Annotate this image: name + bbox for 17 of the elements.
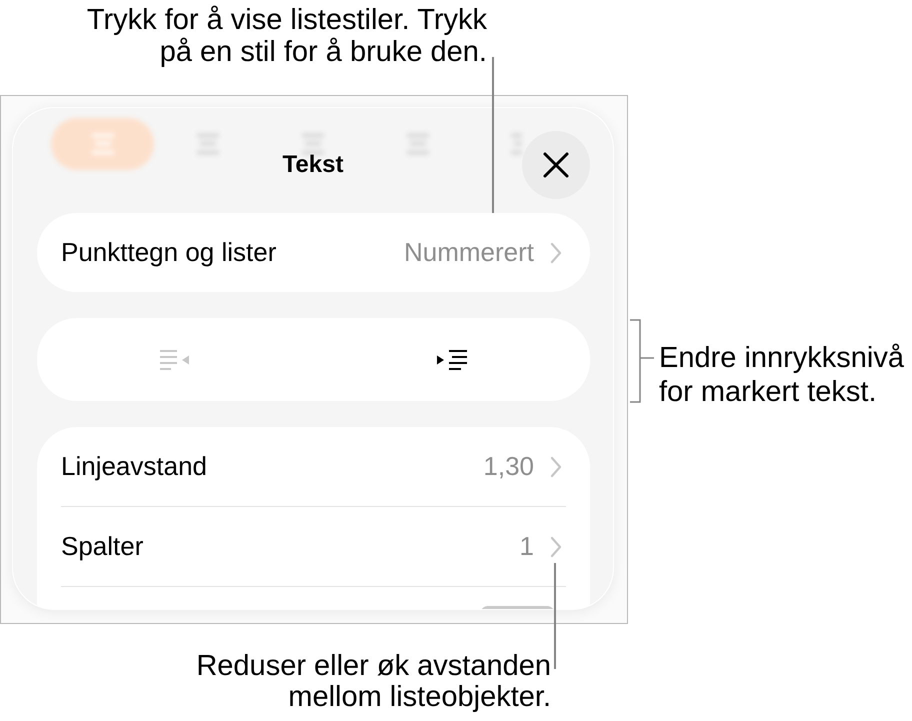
row-label: Spalter <box>61 531 144 562</box>
row-value: Nummerert <box>404 237 534 268</box>
row-label: Punkttegn og lister <box>61 237 278 268</box>
settings-row[interactable]: Linjeavstand 1,30 <box>37 427 590 506</box>
row-label: Linjeavstand <box>61 451 208 482</box>
settings-row[interactable]: Spalter 1 <box>37 507 590 586</box>
chevron-icon <box>550 536 562 558</box>
chevron-icon <box>550 456 562 478</box>
panel-title: Tekst <box>282 151 344 179</box>
callout-text: Trykk for å vise listestiler. Trykk på en stil for å bruke den. <box>86 4 487 68</box>
callout-text: Reduser eller øk avstanden mellom listeobjekter. <box>196 651 551 713</box>
row-value: 1,30 <box>483 451 534 482</box>
settings-row[interactable]: Punkttegn og lister Nummerert <box>37 213 590 292</box>
chevron-icon <box>550 242 562 264</box>
row-value: 1 <box>520 531 534 562</box>
callout-text: Endre innrykksnivå for markert tekst. <box>659 341 904 409</box>
close-icon <box>542 151 570 179</box>
